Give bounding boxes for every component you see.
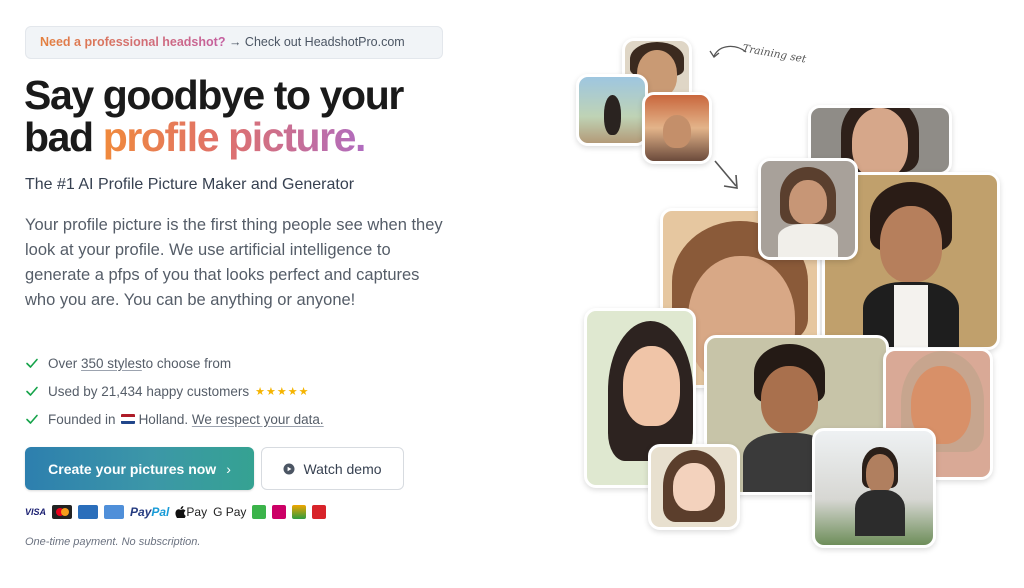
amex-icon: [104, 504, 125, 519]
paypal-icon: Pay Pal: [130, 504, 170, 519]
create-pictures-button[interactable]: Create your pictures now ›: [25, 447, 254, 490]
feature-customers-text: Used by 21,434 happy customers: [48, 383, 250, 399]
generated-photo: [758, 158, 858, 260]
headline-line2-prefix: bad: [24, 114, 103, 160]
banner-link-text: → Check out HeadshotPro.com: [225, 35, 405, 49]
watch-demo-button[interactable]: Watch demo: [261, 447, 404, 490]
google-pay-icon: G Pay: [213, 504, 247, 519]
mastercard-icon: [52, 504, 73, 519]
feature-styles: Over 350 styles to choose from: [25, 349, 455, 377]
check-icon: [25, 412, 39, 426]
feature-customers: Used by 21,434 happy customers ★★★★★: [25, 377, 455, 405]
apple-pay-icon: Pay: [175, 505, 207, 519]
sofort-icon: [292, 504, 307, 519]
payment-note: One-time payment. No subscription.: [25, 536, 201, 548]
ideal-icon: [272, 504, 287, 519]
privacy-link[interactable]: We respect your data.: [192, 412, 324, 427]
training-set-label: Training set: [741, 42, 807, 66]
generated-photo: [812, 428, 936, 548]
generic-pay-icon: [252, 504, 267, 519]
arrow-down-right-icon: [714, 160, 738, 189]
check-icon: [25, 356, 39, 370]
subtitle: The #1 AI Profile Picture Maker and Gene…: [25, 176, 355, 193]
description: Your profile picture is the first thing …: [25, 216, 443, 309]
giropay-icon: [312, 504, 327, 519]
visa-icon: VISA: [25, 506, 47, 517]
banner-highlight: Need a professional headshot?: [40, 35, 226, 49]
generated-photo: [648, 444, 740, 530]
create-pictures-label: Create your pictures now: [48, 460, 217, 477]
feature-founded: Founded in Holland. We respect your data…: [25, 405, 455, 433]
training-photo: [642, 92, 712, 164]
play-icon: [283, 463, 295, 475]
rating-stars: ★★★★★: [255, 385, 310, 398]
page-title: Say goodbye to your bad profile picture.: [24, 74, 544, 158]
headline-accent: profile picture.: [102, 114, 367, 160]
styles-link[interactable]: 350 styles: [81, 356, 142, 371]
feature-styles-post: to choose from: [141, 355, 232, 371]
headshotpro-banner[interactable]: Need a professional headshot? → Check ou…: [25, 26, 443, 59]
example-collage: Training set: [560, 30, 1020, 560]
netherlands-flag-icon: [120, 414, 135, 424]
check-icon: [25, 384, 39, 398]
payment-methods: VISA Pay Pal Pay G Pay: [25, 503, 327, 520]
feature-list: Over 350 styles to choose from Used by 2…: [25, 349, 455, 433]
training-photo: [576, 74, 648, 146]
feature-founded-pre: Founded in: [48, 411, 116, 427]
watch-demo-label: Watch demo: [303, 460, 382, 477]
maestro-icon: [78, 504, 99, 519]
headline-line1: Say goodbye to your: [24, 72, 404, 118]
chevron-right-icon: ›: [226, 460, 231, 477]
feature-styles-pre: Over: [48, 355, 78, 371]
feature-founded-country: Holland.: [138, 411, 189, 427]
